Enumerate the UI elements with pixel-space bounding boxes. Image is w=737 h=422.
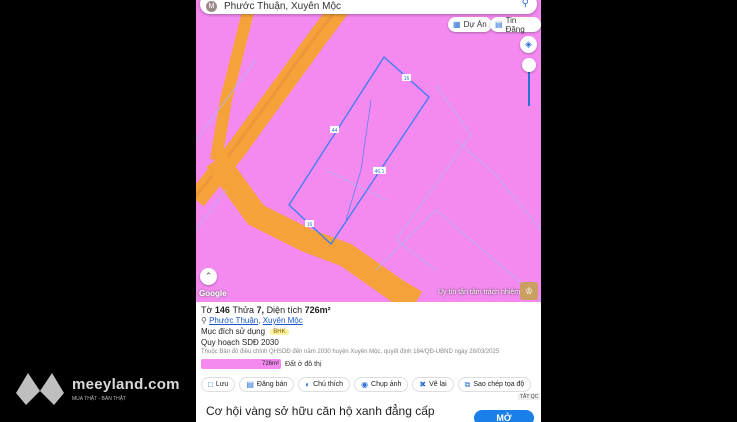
address: ⚲ Phước Thuận, Xuyên Mộc <box>201 316 303 325</box>
cross-icon: ✖ <box>419 380 427 389</box>
file-icon: □ <box>208 380 213 389</box>
camera-icon: ◉ <box>361 380 369 389</box>
ad-open-button[interactable]: MỞ <box>474 410 534 422</box>
map-view[interactable]: 16 44 46,1 16 M Phước Thuận, Xuyên Mộc ⚲… <box>196 0 541 302</box>
avatar[interactable]: M <box>206 0 217 12</box>
copy-icon: ⧉ <box>464 379 471 389</box>
parcel-number: 7 <box>256 305 262 315</box>
redraw-button[interactable]: ✖ Vẽ lại <box>412 377 454 392</box>
redraw-label: Vẽ lại <box>429 381 447 388</box>
project-chip-label: Dự Án <box>463 20 487 29</box>
sheet-number: 146 <box>214 305 230 315</box>
collapse-button[interactable]: ⌃ <box>200 268 217 285</box>
parcel-title: Tờ 146 Thửa 7, Diện tích 726m² <box>201 305 331 315</box>
plot-label: 44 <box>332 128 338 134</box>
project-chip[interactable]: ▦ Dự Án <box>448 17 492 32</box>
layers-icon: ◈ <box>525 39 532 49</box>
area-value: 726m² <box>304 305 331 315</box>
area-label: Diện tích <box>266 305 303 315</box>
search-icon[interactable]: ⚲ <box>522 0 529 9</box>
parcel-label: Thửa <box>232 305 255 315</box>
screenshot-label: Chụp ảnh <box>371 381 402 388</box>
chevron-up-icon: ⌃ <box>204 271 213 281</box>
land-usage-bar: 726m² Đất ở đô thị <box>201 359 536 369</box>
usage-badge: BHK <box>270 328 289 335</box>
plan-label: Quy hoạch SDĐ 2030 <box>201 338 279 347</box>
post-sale-label: Đăng bán <box>256 381 288 388</box>
screenshot-button[interactable]: ◉ Chụp ảnh <box>354 377 409 392</box>
action-bar: □ Lưu ▤ Đăng bán ◐ Chú thích ◉ Chụp ảnh ✖ Vẽ … <box>201 377 541 392</box>
road-lower <box>206 152 423 302</box>
land-type: Đất ở đô thị <box>285 360 322 368</box>
map-canvas: 16 44 46,1 16 <box>196 0 541 302</box>
save-button[interactable]: □ Lưu <box>201 377 236 392</box>
ad-text: Cơ hội vàng sở hữu căn hộ xanh đẳng cấp <box>206 404 435 418</box>
list-icon: ▤ <box>246 380 254 389</box>
post-sale-button[interactable]: ▤ Đăng bán <box>239 377 295 392</box>
annotate-label: Chú thích <box>313 381 344 388</box>
save-label: Lưu <box>215 381 229 388</box>
source-note: Thuộc Bản đồ điều chỉnh QHSDĐ đến năm 20… <box>201 349 500 355</box>
search-text[interactable]: Phước Thuận, Xuyên Mộc <box>224 1 341 12</box>
opacity-slider-track[interactable] <box>528 66 530 106</box>
screen: 16 44 46,1 16 M Phước Thuận, Xuyên Mộc ⚲… <box>0 0 737 422</box>
plot-label: 16 <box>404 76 410 82</box>
document-icon: ▤ <box>495 20 503 29</box>
listings-chip[interactable]: ▤ Tin Đăng <box>490 15 541 34</box>
copy-coordinates-label: Sao chép tọa độ <box>473 381 525 388</box>
watermark-tagline: MUA THẬT - BÁN THẬT <box>72 396 127 402</box>
plot-label: 46,1 <box>375 169 385 175</box>
layers-button[interactable]: ◈ <box>520 36 537 53</box>
half-circle-icon: ◐ <box>305 380 311 389</box>
district-link[interactable]: Xuyên Mộc <box>263 316 303 325</box>
google-logo: Google <box>199 289 227 298</box>
annotate-button[interactable]: ◐ Chú thích <box>298 377 351 392</box>
pin-icon: ⚲ <box>201 316 207 325</box>
opacity-slider-thumb[interactable] <box>522 58 536 72</box>
trust-text: Uy tín tận tâm trách nhiệm <box>438 289 521 296</box>
usage-label: Mục đích sử dụng <box>201 327 266 336</box>
brand-logo-icon: ♔ <box>520 282 538 300</box>
phone-app: 16 44 46,1 16 M Phước Thuận, Xuyên Mộc ⚲… <box>196 0 541 422</box>
copy-coordinates-button[interactable]: ⧉ Sao chép tọa độ <box>457 377 532 392</box>
building-icon: ▦ <box>453 20 461 29</box>
usage-row: Mục đích sử dụng BHK <box>201 327 536 336</box>
title-prefix: Tờ <box>201 305 213 315</box>
land-area-bar: 726m² <box>201 359 281 369</box>
plot-label: 16 <box>307 222 313 228</box>
selected-parcel <box>288 56 430 245</box>
search-bar[interactable]: M Phước Thuận, Xuyên Mộc ⚲ <box>200 0 537 14</box>
ward-link[interactable]: Phước Thuận <box>209 316 258 325</box>
watermark-brand: meeyland.com <box>72 376 180 393</box>
listings-chip-label: Tin Đăng <box>505 15 525 34</box>
